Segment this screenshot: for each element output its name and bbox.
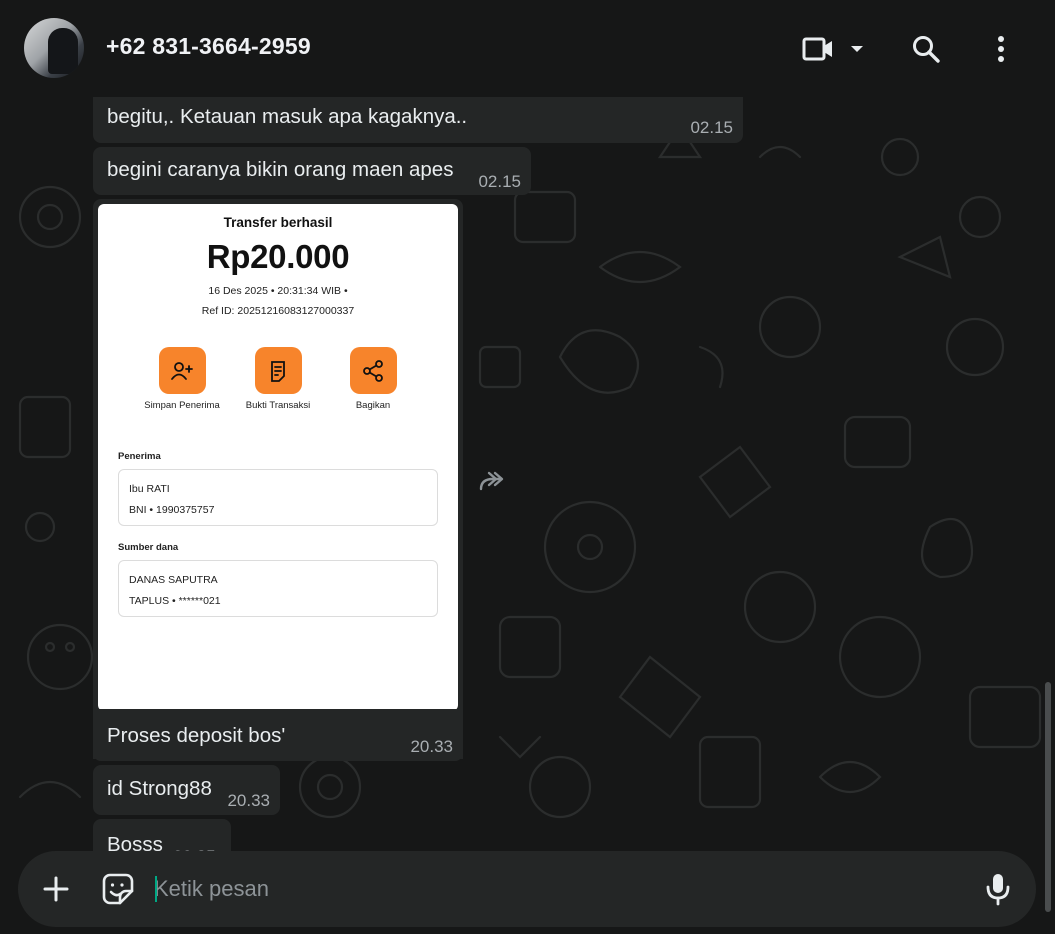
source-name: DANAS SAPUTRA: [129, 574, 218, 586]
plus-icon[interactable]: [40, 873, 72, 905]
message-time: 02.15: [478, 172, 521, 191]
message-bubble[interactable]: id Strong88 20.33: [93, 765, 280, 815]
recipient-name: Ibu RATI: [129, 483, 170, 495]
video-call-icon[interactable]: [800, 32, 836, 66]
action-label: Bukti Transaksi: [245, 400, 311, 411]
message-text: id Strong88: [107, 777, 212, 800]
whatsapp-chat-window: +62 831-3664-2959 begitu,. Ketauan masuk…: [0, 0, 1055, 934]
share-action: Bagikan: [330, 347, 416, 412]
recipient-account: BNI • 1990375757: [129, 504, 215, 516]
message-bubble[interactable]: begitu,. Ketauan masuk apa kagaknya.. 02…: [93, 97, 743, 143]
search-icon[interactable]: [908, 30, 944, 68]
receipt-amount: Rp20.000: [206, 238, 350, 275]
contact-name[interactable]: +62 831-3664-2959: [106, 33, 311, 60]
transaction-proof-action: Bukti Transaksi: [235, 347, 321, 412]
share-icon: [349, 347, 397, 394]
transfer-receipt-image[interactable]: Transfer berhasil Rp20.000 16 Des 2025 •…: [98, 204, 458, 711]
text-cursor: [155, 876, 157, 902]
chevron-down-icon[interactable]: [846, 38, 868, 60]
scrollbar-thumb[interactable]: [1045, 682, 1051, 912]
more-vert-icon[interactable]: [986, 30, 1016, 68]
receipt-title: Transfer berhasil: [223, 215, 333, 230]
mic-icon[interactable]: [982, 871, 1014, 907]
sticker-icon[interactable]: [100, 871, 136, 907]
message-input[interactable]: [154, 869, 954, 909]
message-composer: [18, 851, 1036, 927]
message-time: 02.15: [690, 118, 733, 137]
message-time: 20.33: [227, 791, 270, 810]
message-bubble[interactable]: Proses deposit bos' 20.33: [93, 709, 463, 761]
message-text: Proses deposit bos': [107, 724, 286, 747]
action-label: Simpan Penerima: [144, 400, 220, 411]
message-bubble[interactable]: begini caranya bikin orang maen apes 02.…: [93, 147, 531, 195]
receipt-icon: [254, 347, 302, 394]
recipient-label: Penerima: [118, 451, 161, 462]
avatar[interactable]: [24, 18, 84, 78]
action-label: Bagikan: [355, 400, 391, 411]
message-list[interactable]: begitu,. Ketauan masuk apa kagaknya.. 02…: [0, 97, 1055, 934]
receipt-ref-id: Ref ID: 20251216083127000337: [201, 305, 355, 317]
message-text: begitu,. Ketauan masuk apa kagaknya..: [107, 105, 468, 128]
forward-icon[interactable]: [475, 467, 507, 495]
recipient-box: Ibu RATI BNI • 1990375757: [118, 469, 438, 526]
chat-header: +62 831-3664-2959: [0, 0, 1055, 97]
add-contact-icon: [158, 347, 206, 394]
receipt-date: 16 Des 2025 • 20:31:34 WIB •: [208, 285, 348, 297]
message-time: 20.33: [410, 737, 453, 756]
source-label: Sumber dana: [118, 542, 179, 553]
save-recipient-action: Simpan Penerima: [139, 347, 225, 412]
source-box: DANAS SAPUTRA TAPLUS • ******021: [118, 560, 438, 617]
source-account: TAPLUS • ******021: [129, 595, 221, 607]
message-text: begini caranya bikin orang maen apes: [107, 158, 454, 181]
